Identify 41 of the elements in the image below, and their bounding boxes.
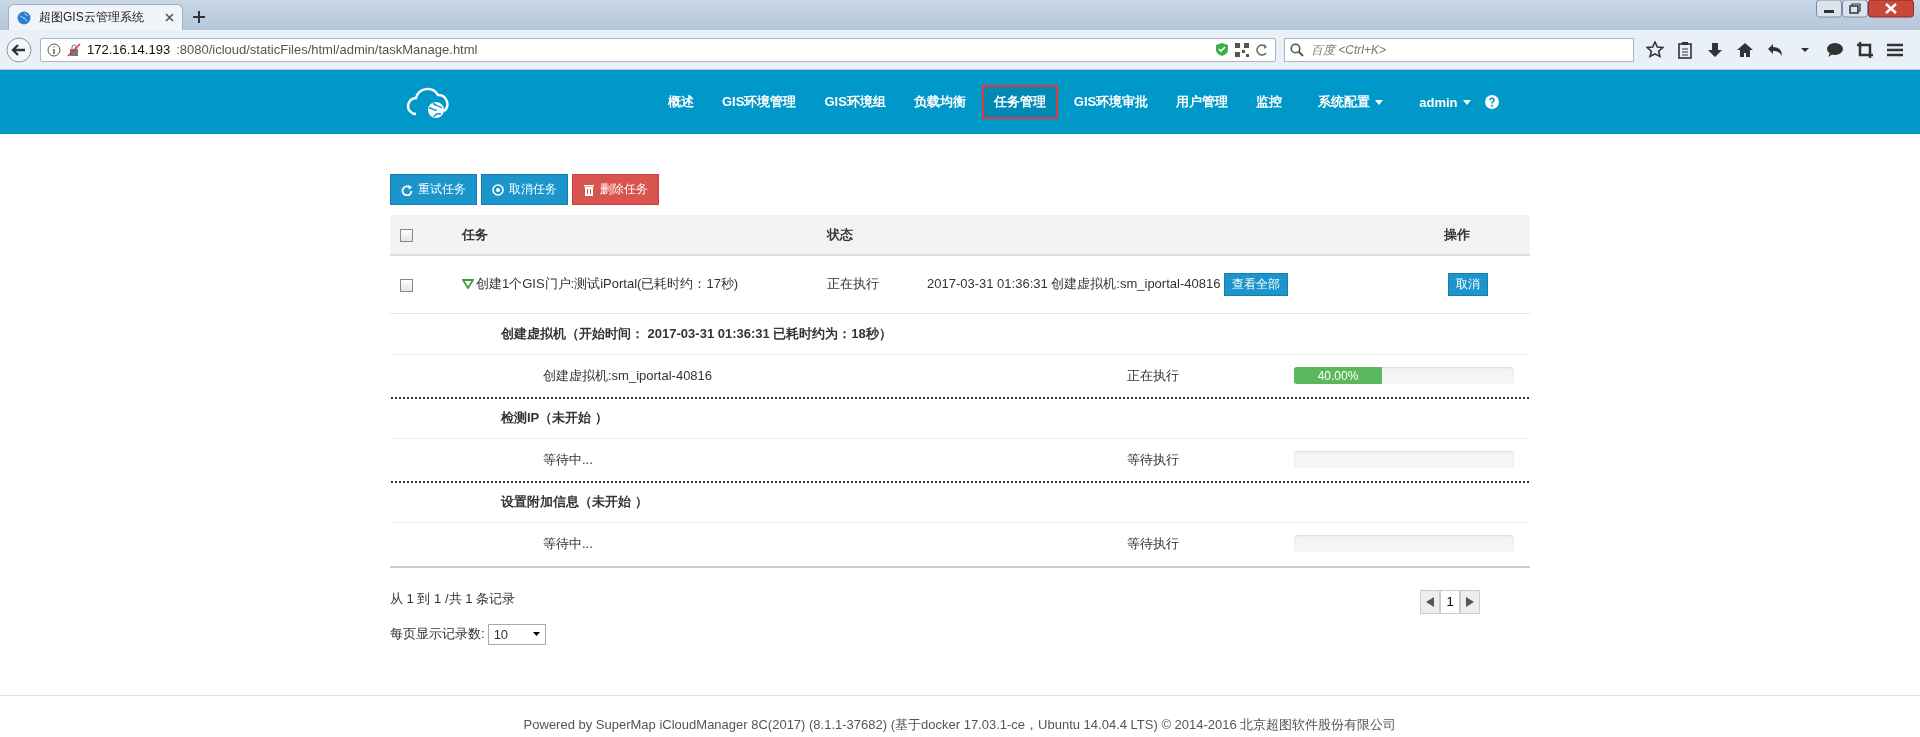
nav-link[interactable]: 系统配置 <box>1306 85 1396 119</box>
column-header: 状态 <box>827 226 853 242</box>
page-number-button[interactable]: 1 <box>1440 589 1460 614</box>
browser-tab[interactable]: 超图GIS云管理系统 <box>8 4 183 30</box>
nav-link[interactable]: GIS环境组 <box>812 85 898 119</box>
task-progress-text: 2017-03-31 01:36:31 创建虚拟机:sm_iportal-40816 <box>927 275 1221 294</box>
task-name: 创建1个GIS门户:测试iPortal(已耗时约：17秒) <box>476 275 739 294</box>
nav-link[interactable]: 任务管理 <box>981 85 1058 119</box>
task-status: 正在执行 <box>827 276 879 292</box>
column-header: 操作 <box>1444 226 1470 242</box>
nav-link[interactable]: GIS环境管理 <box>710 85 809 119</box>
nav-link[interactable]: 负载均衡 <box>901 85 978 119</box>
search-field[interactable]: 百度 <Ctrl+K> <box>1284 37 1634 62</box>
nav-link[interactable]: 概述 <box>656 85 706 119</box>
record-summary: 从 1 到 1 /共 1 条记录 <box>390 589 515 608</box>
task-action-button[interactable]: 重试任务 <box>390 174 477 205</box>
subtask-title: 创建虚拟机（开始时间： 2017-03-31 01:36:31 已耗时约为：18秒） <box>501 325 892 343</box>
nav-link[interactable]: GIS环境审批 <box>1061 85 1161 119</box>
step-name: 等待中... <box>543 450 594 469</box>
page-size-label: 每页显示记录数: <box>390 625 485 643</box>
url-path: :8080/icloud/staticFiles/html/admin/taskManage.html <box>176 42 479 57</box>
step-status: 等待执行 <box>1127 450 1180 469</box>
step-status: 等待执行 <box>1127 534 1180 553</box>
step-name: 创建虚拟机:sm_iportal-40816 <box>543 366 714 385</box>
subtask-title: 检测IP（未开始 ） <box>501 409 608 427</box>
nav-link[interactable]: 用户管理 <box>1164 85 1241 119</box>
footer-text: Powered by SuperMap iCloudManager 8C(2017) (8.1.1-37682) (基于docker 17.03.1-ce，Ubuntu 14.04.4 LTS) © 2014-2016 北京超图软件股份有限公司 <box>523 717 1397 732</box>
address-bar[interactable]: 172.16.14.193 :8080/icloud/staticFiles/html/admin/taskManage.html <box>40 37 1276 62</box>
url-host: 172.16.14.193 <box>87 42 171 57</box>
cancel-button[interactable]: 取消 <box>1448 272 1488 296</box>
step-name: 等待中... <box>543 534 594 553</box>
nav-link[interactable]: 监控 <box>1244 85 1295 119</box>
nav-link[interactable]: admin <box>1407 86 1483 118</box>
column-header: 任务 <box>462 226 488 242</box>
task-action-button[interactable]: 取消任务 <box>481 174 568 205</box>
subtask-title: 设置附加信息（未开始 ） <box>501 493 648 511</box>
view-all-button[interactable]: 查看全部 <box>1224 272 1289 296</box>
progress-fill: 40.00% <box>1294 367 1382 384</box>
step-status: 正在执行 <box>1127 366 1180 385</box>
page-size-dropdown[interactable]: 10 <box>487 623 546 645</box>
task-action-button[interactable]: 删除任务 <box>572 174 659 205</box>
